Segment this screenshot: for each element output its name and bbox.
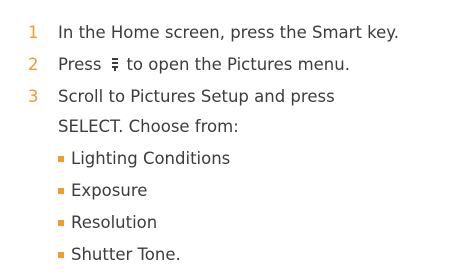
step-text: Press to open the Pictures menu. <box>58 50 350 80</box>
bullet-square-icon <box>58 156 64 162</box>
step-number: 1 <box>28 23 39 42</box>
option-label: Lighting Conditions <box>71 149 231 168</box>
instructions: 1 In the Home screen, press the Smart ke… <box>0 0 461 277</box>
step-text-continued: SELECT. Choose from: <box>58 117 239 136</box>
step-number: 3 <box>28 87 39 106</box>
bullet-square-icon <box>58 188 64 194</box>
step-number: 2 <box>28 55 39 74</box>
option-label: Resolution <box>71 213 158 232</box>
bullet-square-icon <box>58 252 64 258</box>
option-label: Exposure <box>71 181 148 200</box>
menu-key-icon <box>109 57 119 71</box>
step-text: Scroll to Pictures Setup and press <box>58 87 335 106</box>
step-text-after: to open the Pictures menu. <box>126 55 350 74</box>
step-text-before: Press <box>58 55 102 74</box>
step-text: In the Home screen, press the Smart key. <box>58 23 399 42</box>
option-label: Shutter Tone. <box>71 245 181 264</box>
bullet-square-icon <box>58 220 64 226</box>
